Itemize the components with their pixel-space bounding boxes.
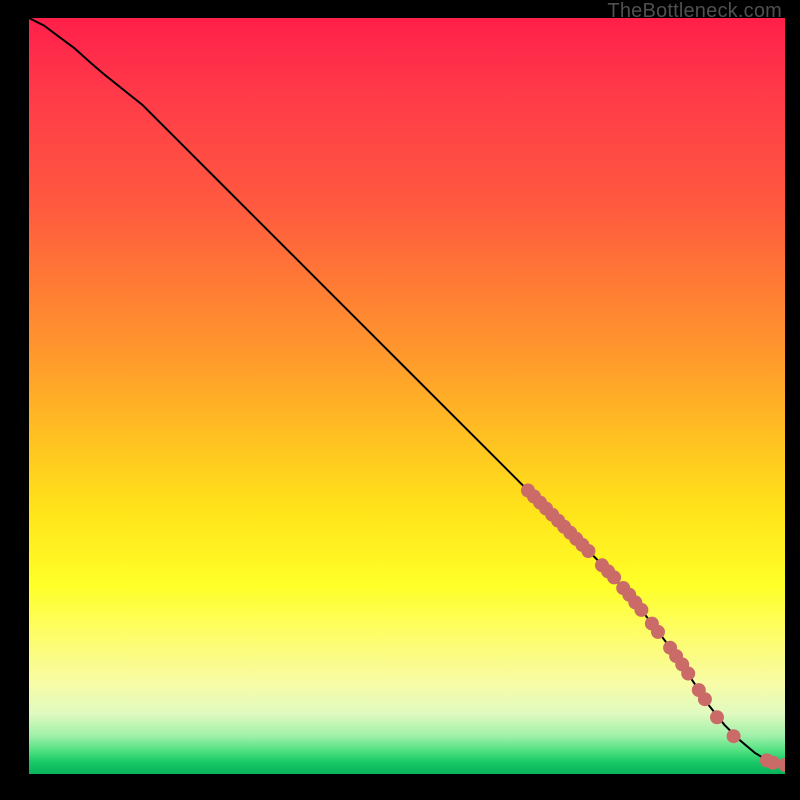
chart-marker [766,756,780,770]
chart-marker [710,710,724,724]
chart-marker [760,753,774,767]
chart-marker [663,641,677,655]
chart-marker [575,538,589,552]
chart-marker [595,558,609,572]
chart-marker [651,625,665,639]
chart-svg [29,18,785,774]
chart-marker [527,490,541,504]
chart-marker [645,617,659,631]
chart-marker [628,595,642,609]
chart-marker [563,526,577,540]
watermark-text: TheBottleneck.com [607,0,782,23]
chart-marker [681,667,695,681]
chart-marker [778,758,785,772]
chart-marker [557,520,571,534]
chart-marker [533,496,547,510]
chart-marker [551,514,565,528]
chart-marker [622,588,636,602]
chart-marker [601,564,615,578]
chart-marker [692,683,706,697]
chart-markers [521,484,785,772]
chart-marker [581,544,595,558]
chart-marker [569,532,583,546]
chart-marker [634,603,648,617]
chart-marker [727,729,741,743]
chart-stage: TheBottleneck.com [0,0,800,800]
chart-curve [29,18,785,765]
chart-marker [539,502,553,516]
chart-marker [698,692,712,706]
chart-marker [675,657,689,671]
chart-marker [669,649,683,663]
chart-marker [616,581,630,595]
chart-plot-area [29,18,785,774]
chart-marker [521,484,535,498]
chart-marker [607,570,621,584]
chart-marker [545,508,559,522]
